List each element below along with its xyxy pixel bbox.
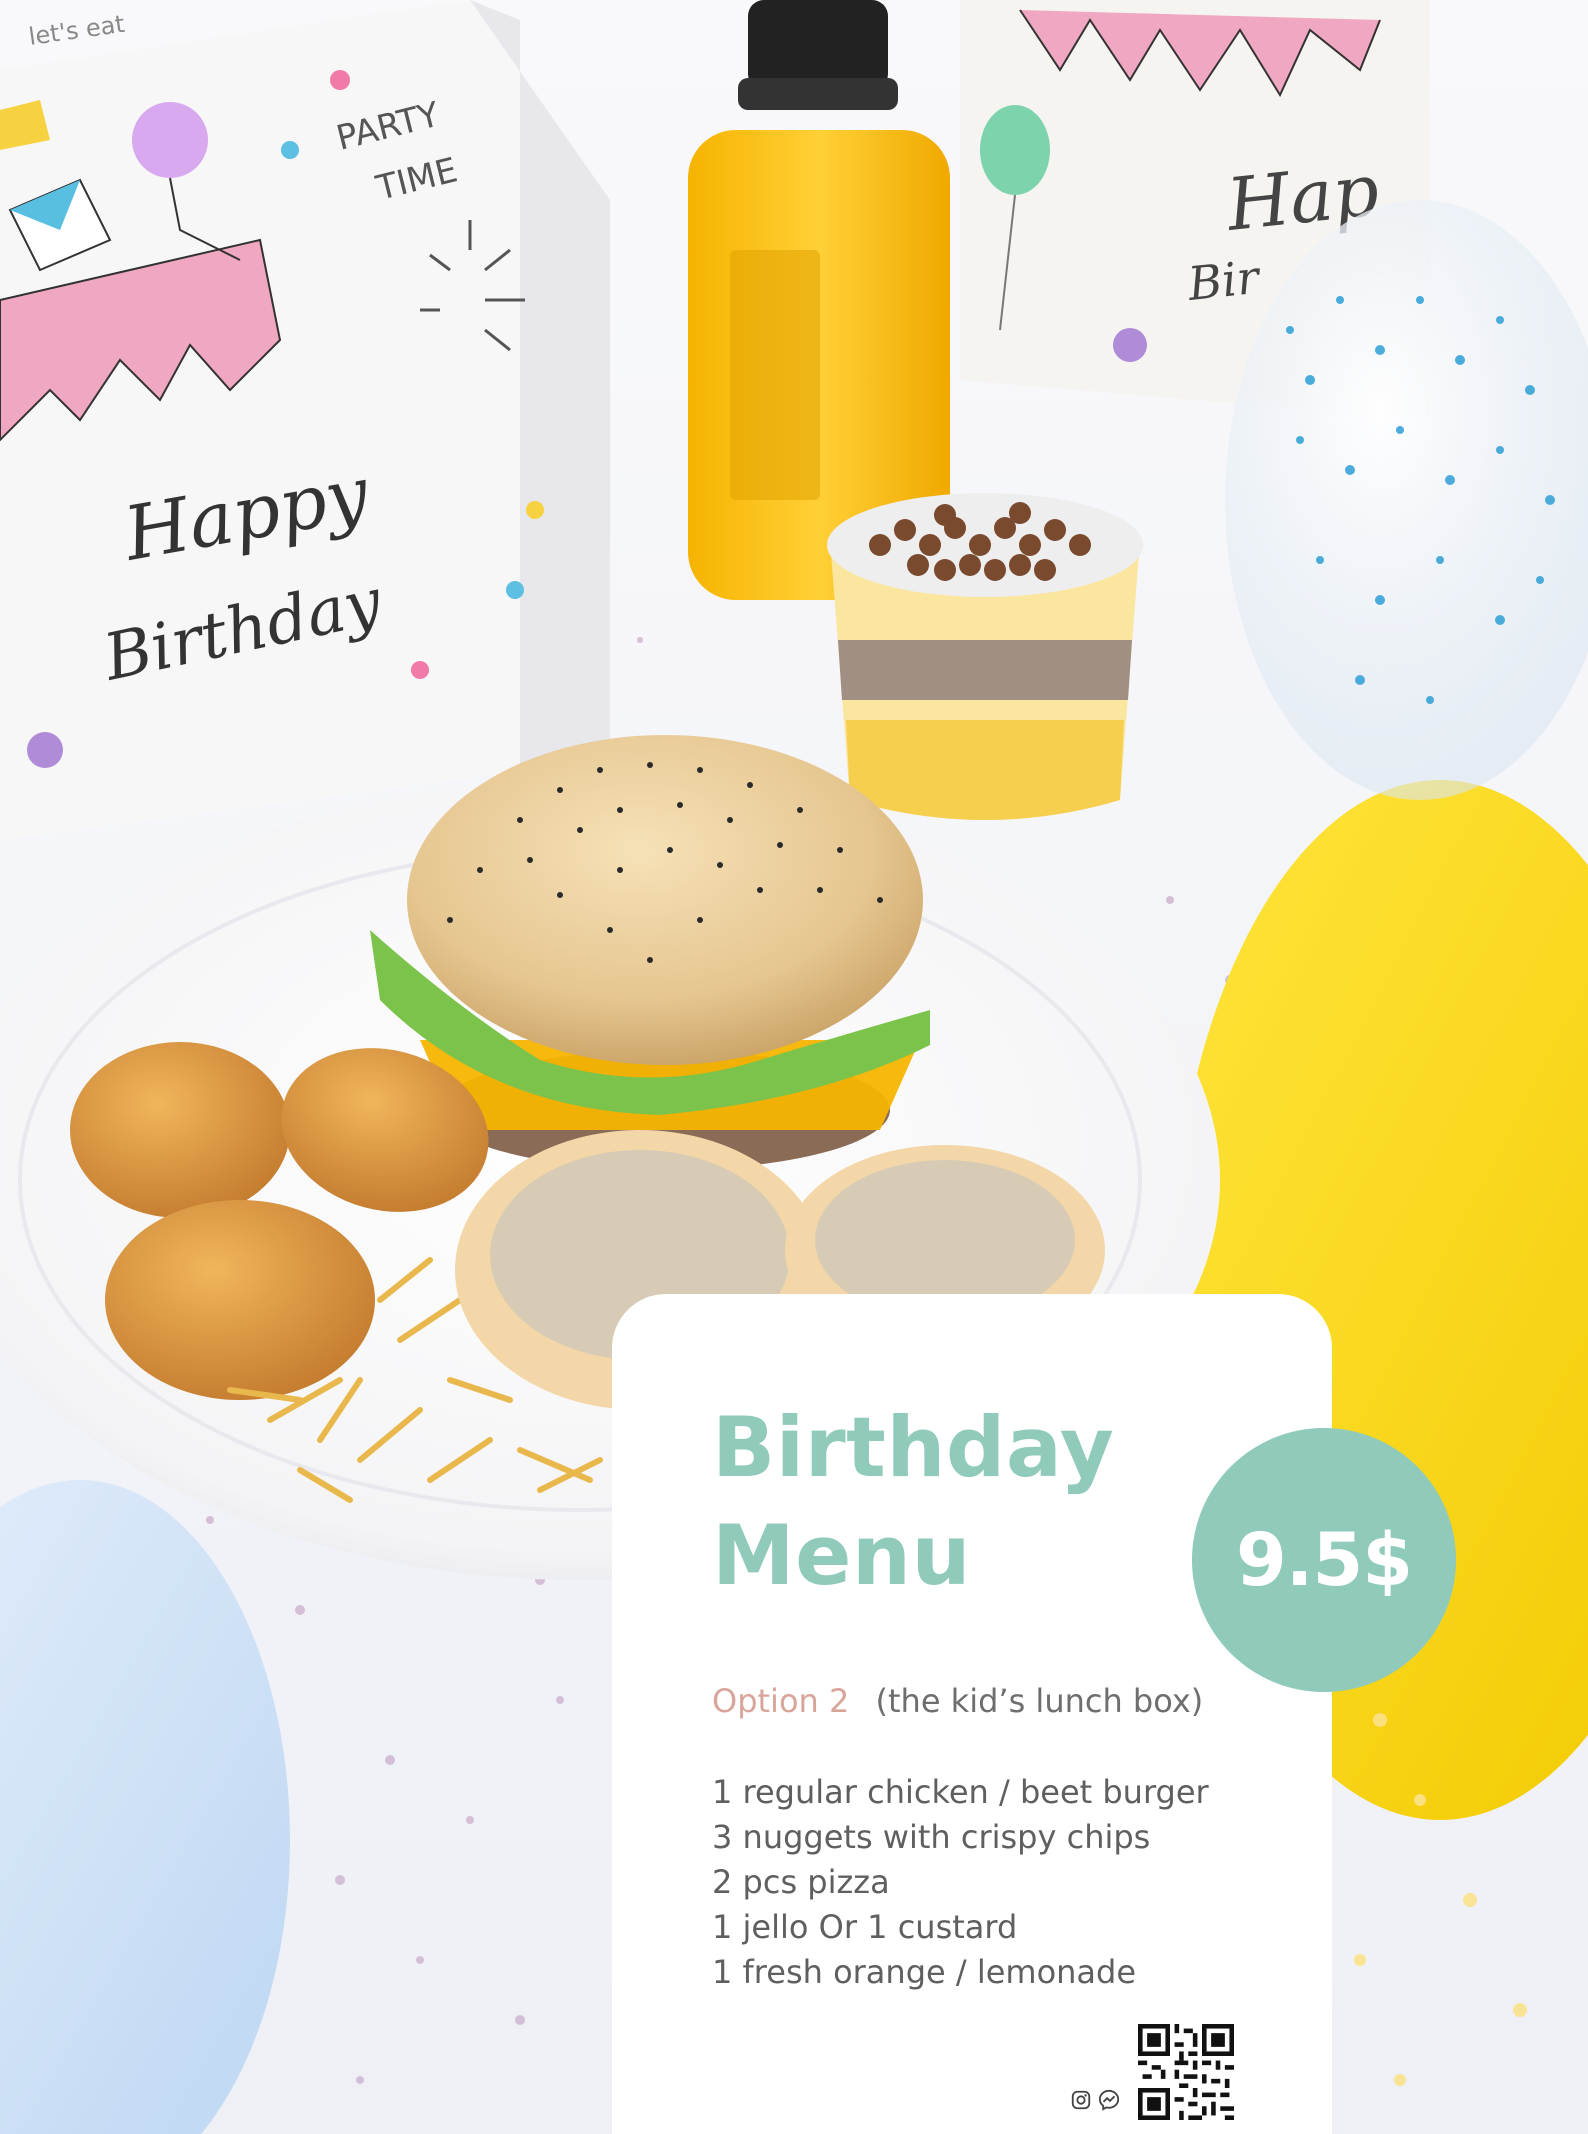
birthday-menu-page: PARTY TIME let's eat Happy Birthday Hap … [0, 0, 1588, 2134]
menu-item: 1 fresh orange / lemonade [712, 1953, 1137, 1991]
menu-item: 2 pcs pizza [712, 1863, 890, 1901]
menu-title: Birthday Menu [712, 1394, 1114, 1610]
option-label: Option 2 [712, 1682, 850, 1720]
menu-item: 1 regular chicken / beet burger [712, 1773, 1209, 1811]
price-badge: 9.5$ [1192, 1428, 1456, 1692]
price-value: 9.5$ [1235, 1517, 1413, 1603]
instagram-icon[interactable] [1070, 2089, 1092, 2111]
option-line: Option 2 (the kid’s lunch box) [712, 1682, 1203, 1720]
menu-item: 1 jello Or 1 custard [712, 1908, 1018, 1946]
messenger-icon[interactable] [1098, 2089, 1120, 2111]
qr-code-icon[interactable] [1138, 2024, 1234, 2120]
menu-card: Birthday Menu Option 2 (the kid’s lunch … [612, 1294, 1332, 2134]
option-note: (the kid’s lunch box) [875, 1682, 1204, 1720]
right-box-birthday-text: Bir [1185, 250, 1265, 311]
menu-items-list: 1 regular chicken / beet burger 3 nugget… [712, 1770, 1209, 1995]
menu-title-line2: Menu [712, 1507, 972, 1604]
menu-title-line1: Birthday [712, 1399, 1115, 1496]
social-icons [1070, 2089, 1120, 2111]
menu-item: 3 nuggets with crispy chips [712, 1818, 1151, 1856]
